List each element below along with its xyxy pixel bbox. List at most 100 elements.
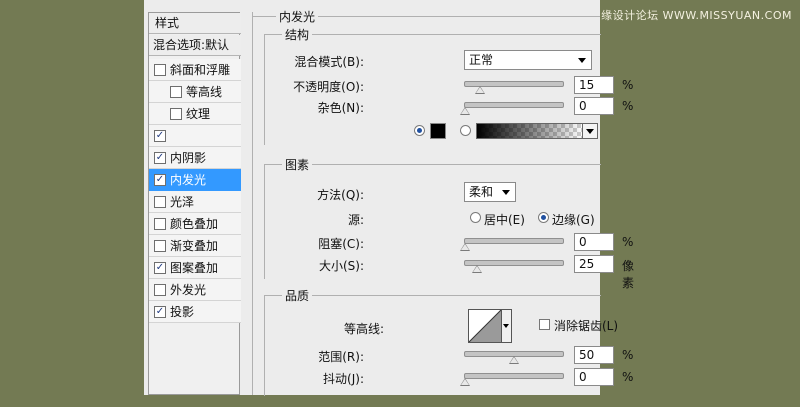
panel-border [252, 12, 253, 395]
style-item-label: 斜面和浮雕 [170, 63, 231, 77]
contour-picker-button[interactable] [502, 309, 512, 343]
style-item-inner-glow[interactable]: ✓ 内发光 [149, 169, 241, 191]
range-input[interactable]: 50 [574, 346, 614, 364]
checkmark-icon[interactable]: ✓ [154, 152, 166, 164]
checkmark-icon[interactable]: ✓ [154, 262, 166, 274]
quality-title: 品质 [282, 287, 313, 304]
style-item-contour[interactable]: 等高线 [149, 81, 241, 103]
contour-label: 等高线: [343, 322, 384, 336]
checkmark-icon[interactable]: ✓ [154, 174, 166, 186]
color-overlay-checkbox[interactable] [154, 218, 166, 230]
source-center-radio[interactable] [470, 212, 481, 223]
gradient-radio[interactable] [460, 125, 471, 136]
style-item-outer-glow[interactable]: 外发光 [149, 279, 241, 301]
jitter-input[interactable]: 0 [574, 368, 614, 386]
style-item-drop-shadow[interactable]: ✓ 投影 [149, 301, 241, 323]
percent-unit: % [622, 348, 634, 362]
style-item-unlabeled[interactable]: ✓ [149, 125, 241, 147]
style-item-label: 光泽 [170, 195, 195, 209]
style-item-label: 内阴影 [170, 151, 207, 165]
source-label: 源: [347, 213, 364, 227]
choke-label: 阻塞(C): [318, 237, 364, 251]
watermark-text: 思缘设计论坛 WWW.MISSYUAN.COM [589, 9, 792, 22]
gradient-picker-button[interactable] [582, 123, 598, 139]
opacity-input[interactable]: 15 [574, 76, 614, 94]
gradient-preview[interactable] [476, 123, 584, 139]
percent-unit: % [622, 99, 634, 113]
range-slider-thumb[interactable] [509, 356, 519, 364]
percent-unit: % [622, 235, 634, 249]
choke-slider-thumb[interactable] [460, 243, 470, 251]
texture-checkbox[interactable] [170, 108, 182, 120]
style-item-inner-shadow[interactable]: ✓ 内阴影 [149, 147, 241, 169]
style-item-label: 纹理 [186, 107, 211, 121]
range-slider[interactable] [464, 351, 564, 364]
jitter-slider[interactable] [460, 373, 564, 386]
jitter-label: 抖动(J): [323, 372, 364, 386]
opacity-slider[interactable] [464, 81, 564, 94]
contour-checkbox[interactable] [170, 86, 182, 98]
opacity-label: 不透明度(O): [293, 80, 364, 94]
chevron-down-icon [578, 58, 586, 63]
percent-unit: % [622, 78, 634, 92]
style-item-label: 颜色叠加 [170, 217, 219, 231]
style-item-label: 外发光 [170, 283, 207, 297]
jitter-slider-thumb[interactable] [460, 378, 470, 386]
size-slider-thumb[interactable] [472, 265, 482, 273]
source-edge-label[interactable]: 边缘(G) [552, 211, 595, 228]
layer-style-dialog: 样式 混合选项:默认 斜面和浮雕 等高线 纹理 ✓ ✓ 内阴影 ✓ 内发光 光泽… [144, 0, 634, 396]
style-item-label: 渐变叠加 [170, 239, 219, 253]
size-input[interactable]: 25 [574, 255, 614, 273]
opacity-slider-thumb[interactable] [475, 86, 485, 94]
choke-input[interactable]: 0 [574, 233, 614, 251]
styles-list-column: 样式 混合选项:默认 斜面和浮雕 等高线 纹理 ✓ ✓ 内阴影 ✓ 内发光 光泽… [148, 12, 241, 395]
glow-color-swatch[interactable] [430, 123, 446, 139]
elements-title: 图素 [282, 156, 313, 173]
percent-unit: % [622, 370, 634, 384]
style-item-bevel-emboss[interactable]: 斜面和浮雕 [149, 59, 241, 81]
style-item-satin[interactable]: 光泽 [149, 191, 241, 213]
style-item-gradient-overlay[interactable]: 渐变叠加 [149, 235, 241, 257]
source-edge-radio[interactable] [538, 212, 549, 223]
blend-options-item[interactable]: 混合选项:默认 [149, 35, 241, 56]
gradient-overlay-checkbox[interactable] [154, 240, 166, 252]
bevel-emboss-checkbox[interactable] [154, 64, 166, 76]
method-label: 方法(Q): [317, 188, 364, 202]
checkmark-icon[interactable]: ✓ [154, 130, 166, 142]
structure-title: 结构 [282, 26, 313, 43]
size-unit: 像素 [622, 259, 635, 290]
contour-preview[interactable] [468, 309, 502, 343]
style-item-label: 内发光 [170, 173, 207, 187]
noise-slider-thumb[interactable] [460, 107, 470, 115]
outer-glow-checkbox[interactable] [154, 284, 166, 296]
blend-mode-select[interactable]: 正常 [464, 50, 592, 70]
style-item-label: 图案叠加 [170, 261, 219, 275]
blend-mode-value: 正常 [469, 53, 494, 67]
solid-color-radio[interactable] [414, 125, 425, 136]
style-item-color-overlay[interactable]: 颜色叠加 [149, 213, 241, 235]
checkmark-icon[interactable]: ✓ [154, 306, 166, 318]
antialias-checkbox[interactable] [539, 319, 550, 330]
choke-slider[interactable] [460, 238, 564, 251]
range-label: 范围(R): [318, 350, 364, 364]
blend-mode-label: 混合模式(B): [294, 55, 364, 69]
chevron-down-icon [502, 190, 510, 195]
style-item-label: 等高线 [186, 85, 223, 99]
satin-checkbox[interactable] [154, 196, 166, 208]
noise-input[interactable]: 0 [574, 97, 614, 115]
styles-header[interactable]: 样式 [149, 13, 241, 34]
method-select[interactable]: 柔和 [464, 182, 516, 202]
style-item-texture[interactable]: 纹理 [149, 103, 241, 125]
noise-slider[interactable] [460, 102, 564, 115]
style-item-label: 投影 [170, 305, 195, 319]
size-label: 大小(S): [318, 259, 364, 273]
style-item-pattern-overlay[interactable]: ✓ 图案叠加 [149, 257, 241, 279]
source-center-label[interactable]: 居中(E) [484, 211, 525, 228]
size-slider[interactable] [464, 260, 564, 273]
contour-curve-icon [469, 310, 501, 342]
method-value: 柔和 [469, 185, 494, 199]
noise-label: 杂色(N): [317, 101, 364, 115]
inner-glow-panel: 内发光 结构 混合模式(B): 正常 不透明度(O): 15 % 杂色(N): … [252, 0, 634, 396]
inner-glow-title: 内发光 [276, 8, 319, 25]
antialias-label[interactable]: 消除锯齿(L) [554, 317, 618, 334]
